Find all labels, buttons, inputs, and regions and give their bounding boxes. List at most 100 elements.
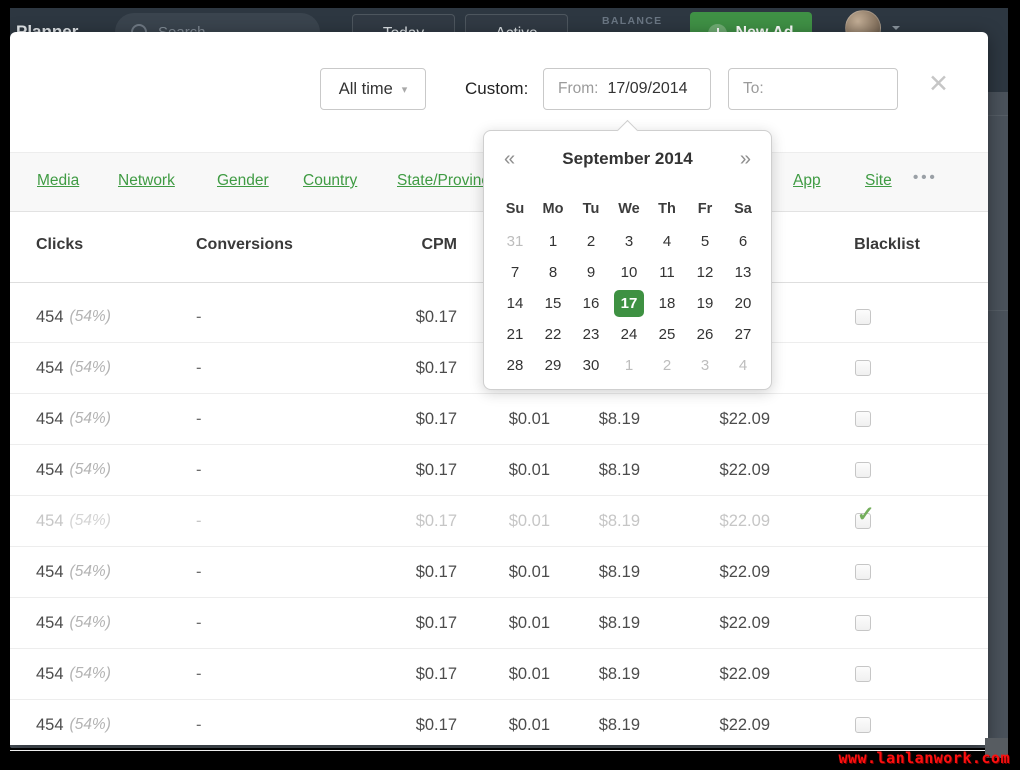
calendar-day[interactable]: 29 bbox=[534, 350, 572, 381]
custom-label: Custom: bbox=[465, 79, 528, 99]
conversions-cell: - bbox=[196, 292, 202, 342]
weekday-label: Mo bbox=[534, 193, 572, 225]
calendar-day[interactable]: 19 bbox=[686, 288, 724, 319]
weekday-label: Tu bbox=[572, 193, 610, 225]
conversions-cell: - bbox=[196, 547, 202, 597]
table-row: 454(54%)-$0.17$0.01$8.19$22.09 bbox=[10, 547, 988, 598]
from-prefix-label: From: bbox=[558, 80, 598, 98]
clicks-cell: 454(54%) bbox=[36, 649, 111, 699]
calendar-day[interactable]: 26 bbox=[686, 319, 724, 350]
calendar-day[interactable]: 1 bbox=[534, 226, 572, 257]
blacklist-checkbox[interactable] bbox=[855, 309, 871, 325]
col6-cell: $22.09 bbox=[660, 445, 770, 495]
tab-app[interactable]: App bbox=[793, 172, 821, 190]
weekday-label: Fr bbox=[686, 193, 724, 225]
col5-cell: $8.19 bbox=[530, 496, 640, 546]
blacklist-checkbox[interactable] bbox=[855, 360, 871, 376]
blacklist-checkbox[interactable] bbox=[855, 462, 871, 478]
conversions-cell: - bbox=[196, 394, 202, 444]
col5-cell: $8.19 bbox=[530, 598, 640, 648]
calendar-day[interactable]: 1 bbox=[610, 350, 648, 381]
to-prefix-label: To: bbox=[743, 80, 764, 98]
clicks-cell: 454(54%) bbox=[36, 445, 111, 495]
blacklist-checkbox[interactable] bbox=[855, 717, 871, 733]
calendar-day[interactable]: 6 bbox=[724, 226, 762, 257]
calendar-day[interactable]: 18 bbox=[648, 288, 686, 319]
next-month-icon[interactable]: » bbox=[740, 149, 751, 169]
date-range-dropdown[interactable]: All time ▾ bbox=[320, 68, 426, 110]
calendar-day[interactable]: 2 bbox=[648, 350, 686, 381]
calendar-day[interactable]: 14 bbox=[496, 288, 534, 319]
tab-gender[interactable]: Gender bbox=[217, 172, 269, 190]
calendar-day[interactable]: 7 bbox=[496, 257, 534, 288]
calendar-day[interactable]: 3 bbox=[686, 350, 724, 381]
col6-cell: $22.09 bbox=[660, 394, 770, 444]
calendar-day[interactable]: 4 bbox=[724, 350, 762, 381]
date-filter-modal: All time ▾ Custom: From: 17/09/2014 To: … bbox=[10, 32, 988, 745]
clicks-header: Clicks bbox=[36, 236, 83, 254]
col5-cell: $8.19 bbox=[530, 649, 640, 699]
clicks-percent: (54%) bbox=[70, 614, 111, 632]
cpm-header: CPM bbox=[347, 236, 457, 254]
blacklist-checkbox[interactable] bbox=[855, 666, 871, 682]
calendar-day[interactable]: 10 bbox=[610, 257, 648, 288]
blacklist-checkbox-checked[interactable]: ✓ bbox=[855, 513, 871, 529]
calendar-day[interactable]: 15 bbox=[534, 288, 572, 319]
calendar-day-selected[interactable]: 17 bbox=[614, 290, 644, 317]
clicks-cell: 454(54%) bbox=[36, 700, 111, 750]
tab-country[interactable]: Country bbox=[303, 172, 357, 190]
calendar-weekdays: SuMoTuWeThFrSa bbox=[496, 193, 762, 225]
calendar-day[interactable]: 28 bbox=[496, 350, 534, 381]
conversions-cell: - bbox=[196, 496, 202, 546]
calendar-day[interactable]: 21 bbox=[496, 319, 534, 350]
close-icon[interactable]: ✕ bbox=[928, 72, 949, 97]
calendar-day[interactable]: 24 bbox=[610, 319, 648, 350]
calendar-day[interactable]: 4 bbox=[648, 226, 686, 257]
clicks-cell: 454(54%) bbox=[36, 394, 111, 444]
calendar-day[interactable]: 16 bbox=[572, 288, 610, 319]
tab-site[interactable]: Site bbox=[865, 172, 892, 190]
calendar-day[interactable]: 11 bbox=[648, 257, 686, 288]
table-row: 454(54%)-$0.17$0.01$8.19$22.09 bbox=[10, 394, 988, 445]
blacklist-checkbox[interactable] bbox=[855, 615, 871, 631]
calendar-day[interactable]: 25 bbox=[648, 319, 686, 350]
calendar-day[interactable]: 3 bbox=[610, 226, 648, 257]
clicks-percent: (54%) bbox=[70, 410, 111, 428]
calendar-day[interactable]: 27 bbox=[724, 319, 762, 350]
conversions-cell: - bbox=[196, 343, 202, 393]
clicks-cell: 454(54%) bbox=[36, 598, 111, 648]
col6-cell: $22.09 bbox=[660, 700, 770, 750]
conversions-cell: - bbox=[196, 598, 202, 648]
checkmark-icon: ✓ bbox=[857, 504, 875, 525]
col6-cell: $22.09 bbox=[660, 598, 770, 648]
calendar-day[interactable]: 9 bbox=[572, 257, 610, 288]
tab-media[interactable]: Media bbox=[37, 172, 79, 190]
calendar-day[interactable]: 2 bbox=[572, 226, 610, 257]
calendar-day[interactable]: 31 bbox=[496, 226, 534, 257]
calendar-day[interactable]: 30 bbox=[572, 350, 610, 381]
calendar-day[interactable]: 23 bbox=[572, 319, 610, 350]
blacklist-checkbox[interactable] bbox=[855, 411, 871, 427]
calendar-day[interactable]: 5 bbox=[686, 226, 724, 257]
to-date-input[interactable]: To: bbox=[728, 68, 898, 110]
calendar-header: « September 2014 » bbox=[484, 149, 771, 169]
blacklist-checkbox[interactable] bbox=[855, 564, 871, 580]
tab-network[interactable]: Network bbox=[118, 172, 175, 190]
chevron-down-icon: ▾ bbox=[402, 83, 408, 96]
col6-cell: $22.09 bbox=[660, 496, 770, 546]
watermark-text: www.lanlanwork.com bbox=[838, 749, 1010, 767]
clicks-cell: 454(54%) bbox=[36, 343, 111, 393]
more-tabs-button[interactable]: ••• bbox=[913, 169, 938, 186]
conversions-cell: - bbox=[196, 445, 202, 495]
calendar-day[interactable]: 12 bbox=[686, 257, 724, 288]
calendar-day[interactable]: 20 bbox=[724, 288, 762, 319]
calendar-day[interactable]: 22 bbox=[534, 319, 572, 350]
table-row: 454(54%)-$0.17$0.01$8.19$22.09 bbox=[10, 700, 988, 751]
prev-month-icon[interactable]: « bbox=[504, 149, 515, 169]
calendar-day[interactable]: 13 bbox=[724, 257, 762, 288]
col5-cell: $8.19 bbox=[530, 445, 640, 495]
popup-caret bbox=[617, 120, 638, 141]
clicks-percent: (54%) bbox=[70, 716, 111, 734]
calendar-day[interactable]: 8 bbox=[534, 257, 572, 288]
from-date-input[interactable]: From: 17/09/2014 bbox=[543, 68, 711, 110]
